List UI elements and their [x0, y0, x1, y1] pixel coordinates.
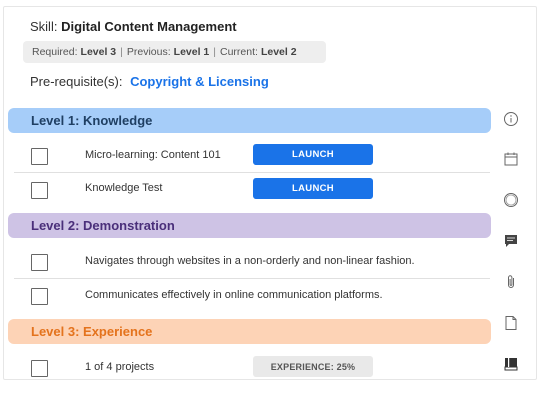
prerequisites-label: Pre-requisite(s):	[30, 74, 123, 89]
list-item: Navigates through websites in a non-orde…	[14, 245, 490, 279]
list-item: Communicates effectively in online commu…	[14, 279, 490, 313]
level-2-header[interactable]: Level 2: Demonstration	[8, 213, 491, 238]
previous-label: Previous:	[126, 46, 171, 58]
list-item: Knowledge Test LAUNCH	[14, 173, 490, 207]
required-value: Level 3	[80, 46, 117, 58]
current-label: Current:	[220, 46, 258, 58]
item-label: Navigates through websites in a non-orde…	[85, 255, 415, 267]
level-3-title: Level 3: Experience	[31, 324, 153, 339]
item-label: Communicates effectively in online commu…	[85, 289, 383, 301]
previous-value: Level 1	[173, 46, 210, 58]
checkbox[interactable]	[31, 288, 48, 305]
level-3-header[interactable]: Level 3: Experience	[8, 319, 491, 344]
prerequisites: Pre-requisite(s): Copyright & Licensing	[30, 74, 269, 89]
level-2-title: Level 2: Demonstration	[31, 218, 175, 233]
item-label: 1 of 4 projects	[85, 361, 155, 373]
skill-name: Digital Content Management	[61, 19, 237, 34]
paperclip-icon[interactable]	[503, 274, 519, 290]
launch-button[interactable]: LAUNCH	[253, 178, 373, 199]
current-value: Level 2	[260, 46, 297, 58]
separator: |	[120, 46, 123, 58]
item-label: Knowledge Test	[85, 182, 163, 194]
document-icon[interactable]	[503, 315, 519, 331]
launch-button[interactable]: LAUNCH	[253, 144, 373, 165]
skill-title: Skill: Digital Content Management	[30, 19, 237, 34]
level-summary-badge: Required: Level 3 | Previous: Level 1 | …	[23, 41, 326, 63]
checkbox[interactable]	[31, 360, 48, 377]
comment-icon[interactable]	[503, 233, 519, 249]
target-icon[interactable]	[503, 192, 519, 208]
item-label: Micro-learning: Content 101	[85, 149, 221, 161]
level-1-title: Level 1: Knowledge	[31, 113, 153, 128]
required-label: Required:	[32, 46, 78, 58]
level-1-header[interactable]: Level 1: Knowledge	[8, 108, 491, 133]
list-item: Micro-learning: Content 101 LAUNCH	[14, 139, 490, 173]
experience-button[interactable]: EXPERIENCE: 25%	[253, 356, 373, 377]
checkbox[interactable]	[31, 148, 48, 165]
checkbox[interactable]	[31, 254, 48, 271]
checkbox[interactable]	[31, 182, 48, 199]
book-icon[interactable]	[503, 356, 519, 372]
calendar-icon[interactable]	[503, 151, 519, 167]
skill-prefix: Skill:	[30, 19, 58, 34]
separator: |	[213, 46, 216, 58]
list-item: 1 of 4 projects EXPERIENCE: 25%	[14, 351, 490, 385]
prerequisite-link[interactable]: Copyright & Licensing	[130, 74, 269, 89]
info-icon[interactable]	[503, 111, 519, 127]
